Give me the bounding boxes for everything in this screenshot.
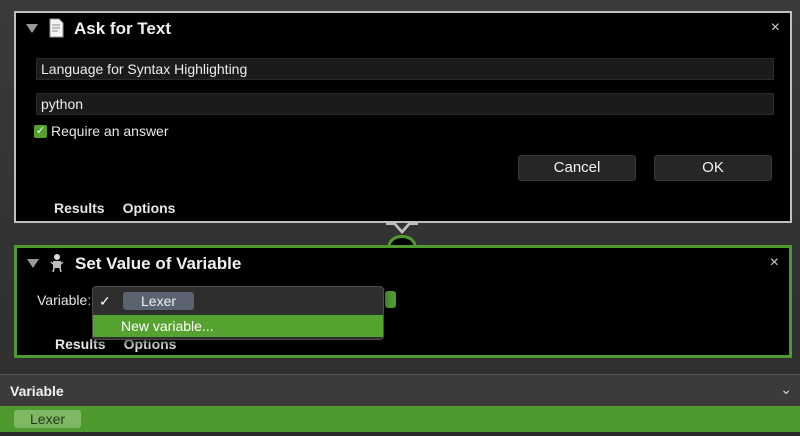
disclosure-triangle-icon[interactable]: [26, 24, 38, 33]
variable-popup-button[interactable]: [385, 291, 396, 308]
variable-dropdown-menu[interactable]: ✓ Lexer New variable...: [92, 286, 384, 340]
default-answer-field[interactable]: python: [36, 93, 774, 115]
checkbox-checked-icon[interactable]: ✓: [34, 124, 47, 138]
panel-bottom-edge: [0, 432, 800, 436]
ok-button[interactable]: OK: [654, 155, 772, 181]
action-connector-icon: [386, 222, 418, 247]
menu-item-new-variable[interactable]: New variable...: [93, 315, 383, 337]
menu-item-label: New variable...: [121, 318, 214, 334]
cancel-button[interactable]: Cancel: [518, 155, 636, 181]
variable-token[interactable]: Lexer: [14, 410, 82, 428]
tab-options[interactable]: Options: [123, 200, 176, 216]
action-tabs: Results Options: [54, 200, 175, 216]
action-header: Set Value of Variable ×: [17, 248, 789, 282]
ask-for-text-action[interactable]: Ask for Text × Language for Syntax Highl…: [14, 11, 792, 223]
variables-panel-header: Variable ⌄: [0, 374, 800, 406]
require-answer-label: Require an answer: [51, 123, 169, 139]
action-header: Ask for Text ×: [16, 13, 790, 47]
variable-token: Lexer: [123, 292, 195, 310]
disclosure-triangle-icon[interactable]: [27, 259, 39, 268]
menu-item-lexer[interactable]: ✓ Lexer: [93, 290, 383, 312]
close-icon[interactable]: ×: [771, 19, 780, 37]
script-page-icon: [49, 18, 64, 38]
variable-label: Variable:: [37, 292, 92, 308]
action-title: Ask for Text: [74, 19, 171, 38]
variables-panel-title: Variable: [10, 383, 64, 399]
close-icon[interactable]: ×: [770, 254, 779, 272]
checkmark-icon: ✓: [99, 293, 111, 309]
tab-results[interactable]: Results: [54, 200, 105, 216]
question-field[interactable]: Language for Syntax Highlighting: [36, 58, 774, 80]
require-answer-row[interactable]: ✓ Require an answer: [34, 123, 169, 139]
variable-row[interactable]: Lexer: [0, 406, 800, 432]
chevron-down-icon[interactable]: ⌄: [780, 381, 792, 398]
robot-icon: [50, 254, 64, 273]
action-title: Set Value of Variable: [75, 254, 242, 273]
